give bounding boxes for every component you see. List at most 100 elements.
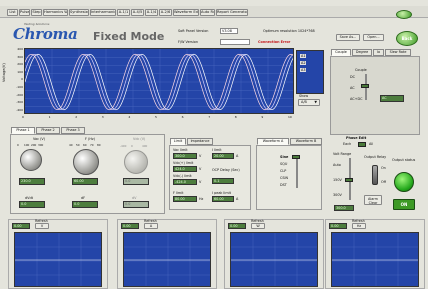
freq-knob[interactable] xyxy=(73,149,99,175)
channel-item[interactable]: A3 xyxy=(300,68,307,72)
meter-value-field[interactable]: 0.00 xyxy=(12,223,30,229)
fw-version-label: F/W Version xyxy=(178,40,198,44)
open-button[interactable]: Open... xyxy=(363,34,384,41)
vac-knob[interactable] xyxy=(20,149,42,171)
toolbar-button-interharmonics[interactable]: Interharmonics xyxy=(90,9,116,16)
show-select-value: A/B xyxy=(301,100,307,104)
tab-degree[interactable]: Degree xyxy=(352,49,372,56)
waveform-option[interactable]: SQU xyxy=(280,162,287,166)
toolbar-button-waveform-editor[interactable]: Waveform Editor xyxy=(173,9,199,16)
waveform-option[interactable]: CSIN xyxy=(280,176,288,180)
meter-unit-select[interactable]: Hz xyxy=(352,223,366,229)
volt-range-field[interactable]: 300.0 xyxy=(334,205,354,211)
dvdt-field[interactable]: 0.0 xyxy=(19,201,45,208)
couple-option[interactable]: DC xyxy=(350,75,355,79)
toolbar-button-pulse[interactable]: Pulse xyxy=(19,9,30,16)
couple-option[interactable]: AC xyxy=(350,86,355,90)
tab-waveform-a[interactable]: Waveform A xyxy=(257,138,289,145)
df-field[interactable]: 0.0 xyxy=(72,201,98,208)
meter-scope[interactable] xyxy=(14,232,102,287)
meter-unit-select[interactable]: V xyxy=(35,223,49,229)
tab-phase-1[interactable]: Phase 1 xyxy=(11,127,35,134)
vac-limit-field[interactable]: 300.0 xyxy=(173,153,197,159)
back-button[interactable]: Back xyxy=(396,31,418,46)
tab-couple[interactable]: Couple xyxy=(331,49,351,56)
toolbar-button-a-1-1[interactable]: A-1/1 xyxy=(117,9,130,16)
meter-value-field[interactable]: 0.00 xyxy=(329,223,347,229)
fw-version-value xyxy=(220,39,250,45)
relay-toggle-switch[interactable] xyxy=(372,165,378,185)
meter-unit-select[interactable]: W xyxy=(251,223,265,229)
vdc-value-field[interactable]: 0.0 xyxy=(123,178,149,185)
power-icon[interactable] xyxy=(396,10,412,19)
waveform-plot xyxy=(25,49,293,113)
couple-slider-thumb[interactable] xyxy=(361,84,369,88)
tab-phase-2[interactable]: Phase 2 xyxy=(36,127,60,134)
volt-range-thumb[interactable] xyxy=(345,178,353,182)
f-limit-label: F limit xyxy=(173,191,184,195)
toolbar-button-report-generator[interactable]: Report Generator xyxy=(216,9,248,16)
toolbar-button-auto-run[interactable]: Auto Run xyxy=(200,9,215,16)
scale-tick: 0 xyxy=(131,144,133,148)
ocp-delay-field[interactable]: 0.1 xyxy=(212,178,234,184)
f-limit-field[interactable]: 80.00 xyxy=(173,196,197,202)
waveform-option[interactable]: Sine xyxy=(280,155,288,159)
freq-value-field[interactable]: 60.00 xyxy=(72,178,98,185)
vdc-minus-field[interactable]: -424.0 xyxy=(173,179,197,185)
tab-limit[interactable]: Limit xyxy=(170,138,186,145)
tab-io[interactable]: Io xyxy=(373,49,384,56)
vac-value-field[interactable]: 230.0 xyxy=(19,178,45,185)
f-limit-unit: Hz xyxy=(199,197,204,201)
scale-tick: 60 xyxy=(83,143,87,147)
meter-scope[interactable] xyxy=(123,232,211,287)
main-scope[interactable] xyxy=(24,48,294,114)
y-tick: -300 xyxy=(16,100,23,105)
phase-edit-toggle[interactable] xyxy=(358,142,366,147)
tab-impedance[interactable]: Impedance xyxy=(187,138,213,145)
meter-scope[interactable] xyxy=(331,232,419,287)
logo: Testing Solutions Chroma xyxy=(10,22,80,44)
toolbar-button-a-1-4[interactable]: A-1/4 xyxy=(145,9,158,16)
toolbar-button-step[interactable]: Step xyxy=(31,9,42,16)
toolbar-button-synthesize[interactable]: Synthesize xyxy=(69,9,89,16)
toolbar-button-a-4-5[interactable]: A-4/5 xyxy=(131,9,144,16)
vdc-knob[interactable] xyxy=(124,150,148,174)
phase-edit-all[interactable]: All xyxy=(369,142,373,146)
y-tick: 100 xyxy=(17,69,23,74)
meter-scope[interactable] xyxy=(230,232,318,287)
waveform-option[interactable]: CLP xyxy=(280,169,286,173)
ipeak-field[interactable]: 60.00 xyxy=(212,196,234,202)
channel-list: A1 A2 A3 xyxy=(296,50,324,94)
freq-label: F (Hz) xyxy=(85,137,96,141)
vdc-plus-field[interactable]: 424.0 xyxy=(173,166,197,172)
channel-item[interactable]: A1 xyxy=(300,54,307,58)
phase-edit-each[interactable]: Each xyxy=(343,142,351,146)
i-limit-field[interactable]: 20.00 xyxy=(212,153,234,159)
meter-value-field[interactable]: 0.00 xyxy=(228,223,246,229)
relay-on-label: On xyxy=(381,166,386,170)
alarm-clear-button[interactable]: Alarm Clear xyxy=(364,195,382,205)
meter-unit-select[interactable]: A xyxy=(144,223,158,229)
waveform-option[interactable]: DST xyxy=(280,183,287,187)
tab-waveform-b[interactable]: Waveform B xyxy=(290,138,322,145)
channel-item[interactable]: A2 xyxy=(300,61,307,65)
on-button[interactable]: ON xyxy=(393,199,415,210)
couple-option[interactable]: AC+DC xyxy=(350,97,362,101)
tab-slew-rate[interactable]: Slew Rate xyxy=(385,49,411,56)
couple-value-field[interactable]: AC xyxy=(380,95,404,102)
show-select[interactable]: A/B ▼ xyxy=(298,99,320,106)
connection-status: Connection Error xyxy=(258,40,291,44)
volt-auto-label: Auto xyxy=(333,163,341,167)
x-tick: 10 xyxy=(288,115,292,119)
tab-phase-3[interactable]: Phase 3 xyxy=(61,127,85,134)
toolbar-button-harmonics-wave[interactable]: Harmonics Wave xyxy=(43,9,68,16)
x-tick: 8 xyxy=(234,115,237,119)
wave-slider-track[interactable] xyxy=(296,155,298,188)
toolbar-button-list[interactable]: List xyxy=(7,9,18,16)
output-status-label: Output status xyxy=(392,158,416,162)
dv-field[interactable]: 0.0 xyxy=(123,201,149,208)
wave-slider-thumb[interactable] xyxy=(292,155,300,159)
meter-value-field[interactable]: 0.00 xyxy=(121,223,139,229)
toolbar-button-a-2-6[interactable]: A-2/6 xyxy=(159,9,172,16)
save-as-button[interactable]: Save As... xyxy=(336,34,360,41)
